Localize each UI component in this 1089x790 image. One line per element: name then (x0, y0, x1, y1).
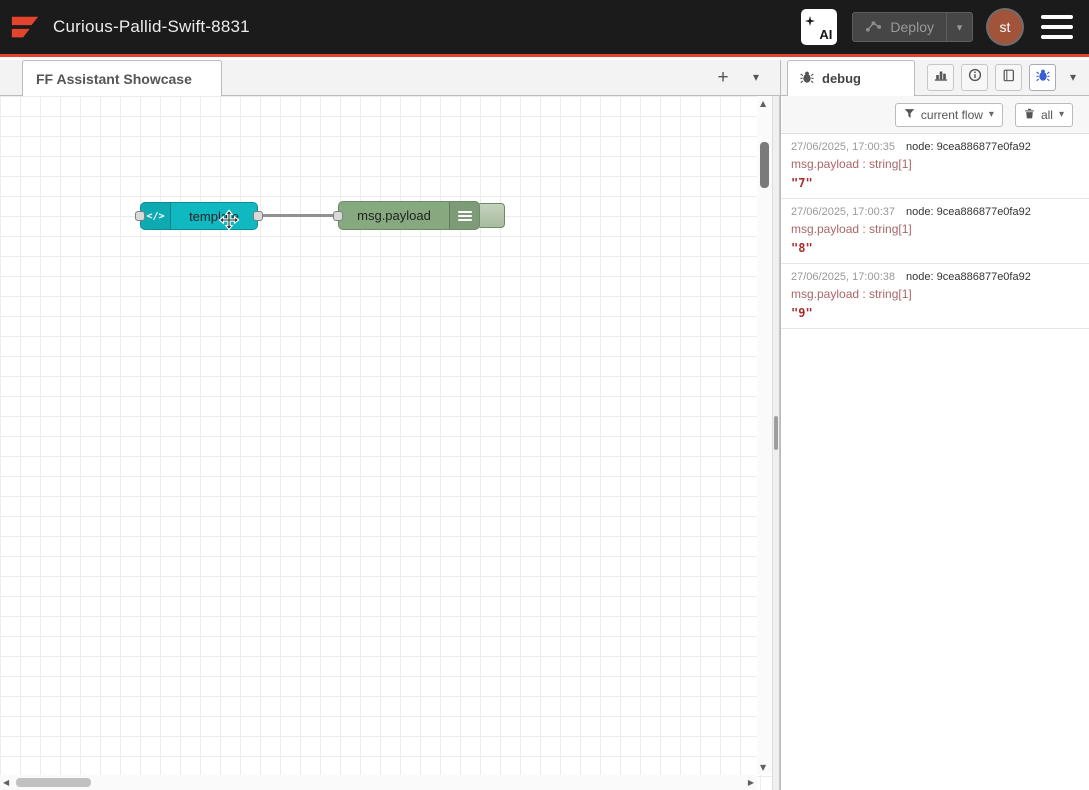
move-cursor-icon (218, 209, 240, 236)
sidebar-tab-debug-button[interactable] (1029, 64, 1056, 91)
divider-grip-handle[interactable] (774, 416, 778, 450)
vertical-scroll-thumb[interactable] (760, 142, 769, 188)
debug-message-list: 27/06/2025, 17:00:35 node: 9cea886877e0f… (781, 134, 1089, 329)
bug-icon (1036, 68, 1050, 87)
code-icon: </> (141, 203, 171, 229)
flow-tab-active[interactable]: FF Assistant Showcase (22, 60, 222, 96)
sidebar-tab-info-button[interactable] (961, 64, 988, 91)
info-icon (968, 68, 982, 87)
hamburger-icon (1041, 15, 1073, 19)
deploy-options-button[interactable]: ▾ (946, 13, 972, 41)
template-output-port[interactable] (253, 211, 263, 221)
debug-input-port[interactable] (333, 211, 343, 221)
template-input-port[interactable] (135, 211, 145, 221)
header: Curious-Pallid-Swift-8831 AI Deploy (0, 0, 1089, 57)
flow-canvas[interactable]: </> template msg.payload ▲ ▼ ◀ ▶ (0, 96, 772, 790)
message-value: "9" (791, 306, 1079, 320)
message-node-id: node: 9cea886877e0fa92 (906, 206, 1031, 218)
horizontal-scroll-thumb[interactable] (16, 778, 91, 787)
user-avatar[interactable]: st (988, 10, 1022, 44)
ai-assistant-button[interactable]: AI (801, 9, 837, 45)
deploy-button[interactable]: Deploy ▾ (852, 12, 973, 42)
debug-enable-toggle[interactable] (477, 203, 505, 228)
message-timestamp: 27/06/2025, 17:00:38 (791, 271, 895, 283)
message-property[interactable]: msg.payload : string[1] (791, 157, 1079, 171)
canvas-horizontal-scrollbar: ◀ ▶ (0, 775, 757, 790)
bug-icon (800, 70, 814, 87)
deploy-label: Deploy (890, 19, 934, 35)
plus-icon: + (717, 67, 728, 88)
scroll-up-arrow[interactable]: ▲ (760, 99, 766, 108)
message-property[interactable]: msg.payload : string[1] (791, 287, 1079, 301)
bar-chart-icon (934, 68, 948, 87)
sidebar-divider[interactable] (772, 96, 780, 790)
sparkle-icon (805, 13, 815, 31)
flow-list-button[interactable]: ▾ (746, 70, 766, 84)
debug-message[interactable]: 27/06/2025, 17:00:35 node: 9cea886877e0f… (781, 134, 1089, 199)
sidebar-tab-debug[interactable]: debug (787, 60, 915, 96)
chevron-down-icon: ▾ (753, 70, 759, 84)
canvas-vertical-scrollbar: ▲ ▼ (757, 96, 772, 775)
avatar-initials: st (1000, 19, 1011, 35)
message-property[interactable]: msg.payload : string[1] (791, 222, 1079, 236)
scroll-left-arrow[interactable]: ◀ (3, 778, 9, 787)
wire-template-to-debug[interactable] (258, 214, 338, 217)
instance-title: Curious-Pallid-Swift-8831 (53, 17, 250, 37)
message-node-id: node: 9cea886877e0fa92 (906, 141, 1031, 153)
chevron-down-icon: ▾ (989, 109, 994, 120)
sidebar-tab-dashboard-button[interactable] (927, 64, 954, 91)
message-value: "8" (791, 241, 1079, 255)
main-menu-button[interactable] (1041, 15, 1073, 39)
flow-tab-label: FF Assistant Showcase (36, 71, 192, 87)
message-node-id: node: 9cea886877e0fa92 (906, 271, 1031, 283)
message-value: "7" (791, 176, 1079, 190)
add-flow-button[interactable]: + (711, 67, 735, 89)
book-icon (1002, 68, 1016, 87)
sidebar-tab-debug-label: debug (822, 71, 861, 86)
debug-message[interactable]: 27/06/2025, 17:00:37 node: 9cea886877e0f… (781, 199, 1089, 264)
chevron-down-icon: ▾ (957, 21, 963, 34)
debug-clear-label: all (1041, 108, 1053, 122)
template-node[interactable]: </> template (140, 202, 258, 230)
scroll-right-arrow[interactable]: ▶ (748, 778, 754, 787)
debug-node[interactable]: msg.payload (338, 201, 480, 230)
filter-funnel-icon (904, 108, 915, 122)
flow-tabbar: FF Assistant Showcase + ▾ (0, 60, 780, 96)
trash-icon (1024, 108, 1035, 122)
message-timestamp: 27/06/2025, 17:00:37 (791, 206, 895, 218)
ai-button-label: AI (819, 27, 832, 42)
scroll-down-arrow[interactable]: ▼ (760, 763, 766, 772)
chevron-down-icon: ▾ (1059, 109, 1064, 120)
sidebar-tab-overflow-button[interactable]: ▾ (1063, 70, 1083, 84)
message-timestamp: 27/06/2025, 17:00:35 (791, 141, 895, 153)
debug-flow-filter-label: current flow (921, 108, 983, 122)
flowfuse-logo-icon[interactable] (9, 11, 41, 43)
sidebar-tabbar: debug (781, 60, 1089, 96)
deploy-icon (865, 19, 882, 36)
template-node-label: template (171, 203, 257, 229)
sidebar: debug (780, 60, 1089, 790)
debug-list-icon (449, 202, 479, 229)
debug-message[interactable]: 27/06/2025, 17:00:38 node: 9cea886877e0f… (781, 264, 1089, 329)
debug-flow-filter-button[interactable]: current flow ▾ (895, 103, 1003, 127)
debug-clear-button[interactable]: all ▾ (1015, 103, 1073, 127)
debug-node-label: msg.payload (339, 202, 449, 229)
sidebar-tab-help-button[interactable] (995, 64, 1022, 91)
debug-filter-toolbar: current flow ▾ all ▾ (781, 96, 1089, 134)
chevron-down-icon: ▾ (1070, 70, 1076, 84)
